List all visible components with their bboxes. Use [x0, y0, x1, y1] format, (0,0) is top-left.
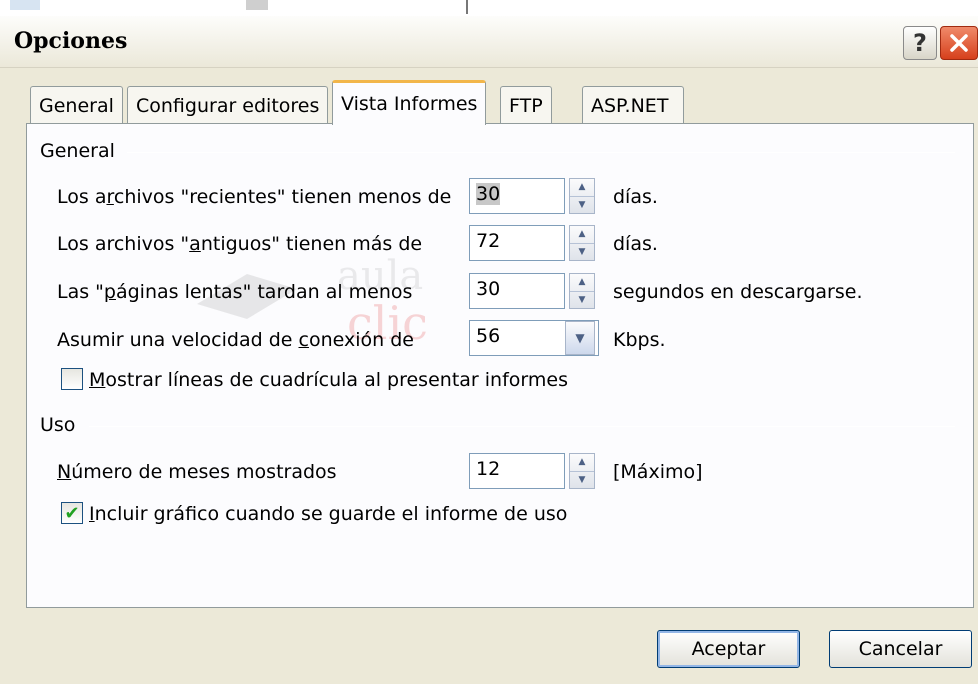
- group-divider: [127, 152, 955, 153]
- slow-seconds-input[interactable]: 30: [469, 273, 565, 309]
- background-window-strip: [0, 0, 978, 16]
- slow-seconds-value: 30: [476, 278, 501, 300]
- slow-seconds-spinner[interactable]: ▲ ▼: [569, 273, 595, 309]
- spin-down-icon[interactable]: ▼: [570, 472, 594, 489]
- tab-label: FTP: [509, 94, 543, 117]
- old-days-spinner[interactable]: ▲ ▼: [569, 225, 595, 261]
- connection-speed-dropdown-button[interactable]: ▼: [565, 321, 595, 355]
- connection-speed-value: 56: [476, 325, 501, 347]
- connection-speed-unit: Kbps.: [613, 329, 666, 351]
- question-mark-icon: ?: [913, 29, 927, 57]
- chevron-down-icon: ▼: [575, 331, 585, 345]
- tab-general[interactable]: General: [30, 86, 123, 124]
- group-divider: [89, 426, 955, 427]
- gridlines-label[interactable]: Mostrar líneas de cuadrícula al presenta…: [89, 369, 568, 391]
- old-days-unit: días.: [613, 233, 658, 255]
- recent-days-spinner[interactable]: ▲ ▼: [569, 178, 595, 214]
- tab-configurar-editores[interactable]: Configurar editores: [127, 86, 329, 124]
- old-days-value: 72: [476, 230, 501, 252]
- months-shown-label: Número de meses mostrados: [57, 461, 337, 483]
- tab-vista-informes[interactable]: Vista Informes: [332, 80, 487, 125]
- checkmark-icon: ✔: [64, 502, 80, 524]
- background-window-fragment: [10, 0, 40, 10]
- tab-label: Vista Informes: [341, 93, 478, 115]
- cancel-button[interactable]: Cancelar: [829, 630, 972, 668]
- spin-down-icon[interactable]: ▼: [570, 197, 594, 214]
- spin-up-icon[interactable]: ▲: [570, 179, 594, 197]
- include-chart-checkbox[interactable]: ✔: [61, 502, 83, 524]
- tab-panel-vista-informes: aula clic General Los archivos "reciente…: [26, 123, 974, 608]
- title-bar[interactable]: Opciones ?: [0, 16, 978, 68]
- tab-label: General: [39, 94, 114, 117]
- include-chart-label[interactable]: Incluir gráfico cuando se guarde el info…: [89, 503, 567, 525]
- months-shown-unit: [Máximo]: [613, 461, 703, 483]
- tab-ftp[interactable]: FTP: [500, 86, 552, 124]
- background-window-fragment: [246, 0, 268, 10]
- spin-up-icon[interactable]: ▲: [570, 454, 594, 472]
- tab-label: ASP.NET: [591, 94, 669, 117]
- spin-up-icon[interactable]: ▲: [570, 226, 594, 244]
- tab-label: Configurar editores: [136, 94, 320, 117]
- old-files-label: Los archivos "antiguos" tienen más de: [57, 233, 423, 255]
- group-label-general: General: [40, 140, 115, 162]
- close-icon: [950, 34, 968, 52]
- months-shown-value: 12: [476, 458, 501, 480]
- help-button[interactable]: ?: [903, 26, 937, 60]
- close-button[interactable]: [940, 26, 978, 60]
- months-shown-spinner[interactable]: ▲ ▼: [569, 453, 595, 489]
- window-title: Opciones: [14, 28, 128, 54]
- background-window-divider: [466, 0, 468, 14]
- group-label-uso: Uso: [40, 414, 76, 436]
- spin-down-icon[interactable]: ▼: [570, 244, 594, 261]
- spin-up-icon[interactable]: ▲: [570, 274, 594, 292]
- connection-speed-label: Asumir una velocidad de conexión de: [57, 329, 414, 351]
- tab-asp-net[interactable]: ASP.NET: [582, 86, 684, 124]
- slow-pages-label: Las "páginas lentas" tardan al menos: [57, 281, 413, 303]
- recent-days-value: 30: [476, 183, 501, 205]
- recent-days-unit: días.: [613, 186, 658, 208]
- ok-button[interactable]: Aceptar: [657, 630, 800, 668]
- gridlines-checkbox[interactable]: [61, 368, 83, 390]
- recent-days-input[interactable]: 30: [469, 178, 565, 214]
- slow-seconds-unit: segundos en descargarse.: [613, 281, 863, 303]
- recent-files-label: Los archivos "recientes" tienen menos de: [57, 186, 452, 208]
- spin-down-icon[interactable]: ▼: [570, 292, 594, 309]
- old-days-input[interactable]: 72: [469, 225, 565, 261]
- months-shown-input[interactable]: 12: [469, 453, 565, 489]
